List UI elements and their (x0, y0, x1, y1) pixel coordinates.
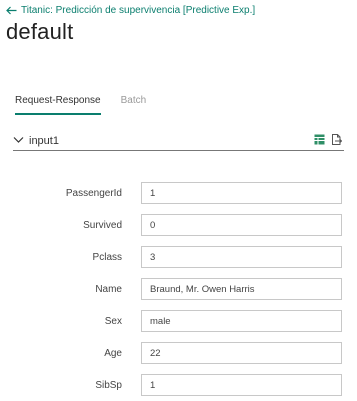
sibsp-input[interactable] (141, 374, 342, 396)
field-label: Age (104, 347, 122, 359)
field-row-sex: Sex (0, 305, 357, 337)
section-title: input1 (29, 134, 59, 147)
field-row-passengerid: PassengerId (0, 177, 357, 209)
field-row-survived: Survived (0, 209, 357, 241)
field-row-name: Name (0, 273, 357, 305)
field-label: Name (95, 283, 122, 295)
field-row-pclass: Pclass (0, 241, 357, 273)
section-actions (314, 134, 342, 145)
name-input[interactable] (141, 278, 342, 300)
page-title: default (6, 19, 74, 44)
tab-batch[interactable]: Batch (121, 95, 147, 115)
export-document-icon[interactable] (331, 134, 342, 145)
tab-request-response[interactable]: Request-Response (15, 95, 101, 115)
pclass-input[interactable] (141, 246, 342, 268)
sex-input[interactable] (141, 310, 342, 332)
field-label: SibSp (95, 379, 122, 391)
passengerid-input[interactable] (141, 182, 342, 204)
field-label: PassengerId (65, 187, 122, 199)
input-section-header[interactable]: input1 (13, 131, 344, 151)
back-link[interactable]: Titanic: Predicción de supervivencia [Pr… (6, 5, 255, 16)
tab-bar: Request-Response Batch (15, 95, 166, 115)
back-link-label: Titanic: Predicción de supervivencia [Pr… (21, 5, 256, 16)
back-arrow-icon (6, 6, 17, 15)
field-label: Sex (104, 315, 122, 327)
field-label: Pclass (92, 251, 122, 263)
age-input[interactable] (141, 342, 342, 364)
field-row-age: Age (0, 337, 357, 369)
table-view-icon[interactable] (314, 134, 325, 145)
field-label: Survived (83, 219, 122, 231)
input-form: PassengerId Survived Pclass Name Sex Age… (0, 177, 357, 401)
chevron-down-icon[interactable] (13, 136, 24, 144)
field-row-sibsp: SibSp (0, 369, 357, 401)
survived-input[interactable] (141, 214, 342, 236)
